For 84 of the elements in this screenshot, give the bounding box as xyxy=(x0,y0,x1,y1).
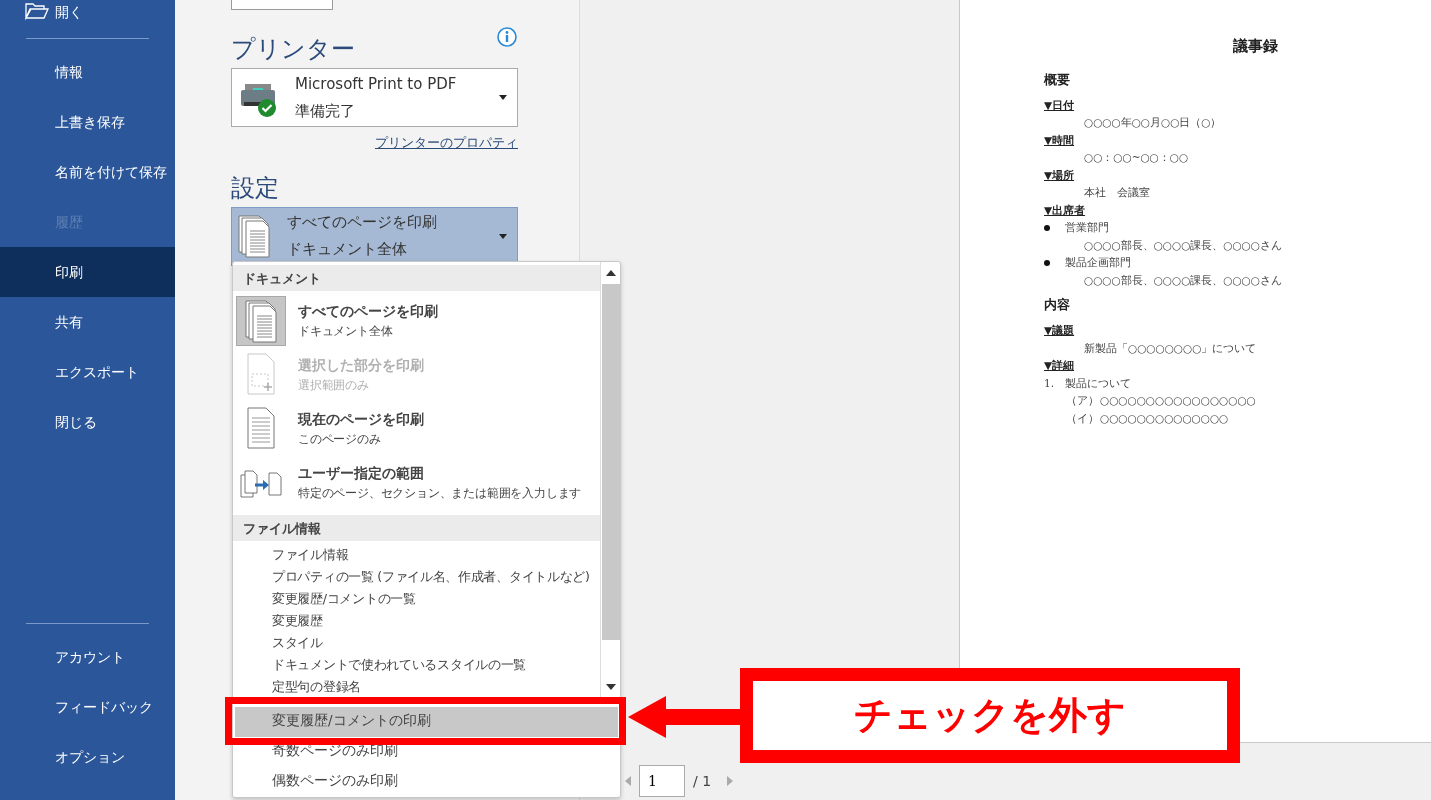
printer-status: 準備完了 xyxy=(295,100,356,122)
document-text: ○○○○○○○○○○○○○○○○○ xyxy=(1100,393,1256,408)
sidebar-item[interactable]: 情報 xyxy=(0,47,175,97)
document-title: 議事録 xyxy=(1232,36,1279,57)
folder-icon xyxy=(24,1,50,21)
list-number: （ア） xyxy=(1066,393,1100,408)
menu-item[interactable]: ドキュメントで使われているスタイルの一覧 xyxy=(233,654,600,676)
pages-icon xyxy=(244,298,278,344)
menu-item[interactable]: ユーザー指定の範囲 特定のページ、セクション、または範囲を入力します xyxy=(233,456,600,510)
document-text: 新製品「○○○○○○○○」について xyxy=(1083,340,1258,356)
page-icon xyxy=(244,406,278,452)
caret-icon xyxy=(499,233,507,239)
menu-item[interactable]: 変更履歴/コメントの印刷 xyxy=(235,707,618,737)
document-text: ○○：○○~○○：○○ xyxy=(1083,150,1190,165)
document-text: 製品について xyxy=(1065,375,1131,391)
menu-item[interactable]: 現在のページを印刷 このページのみ xyxy=(233,402,600,456)
menu-section-header: ドキュメント xyxy=(233,265,600,291)
menu-item[interactable]: 定型句の登録名 xyxy=(233,676,600,698)
scroll-up-icon xyxy=(605,270,616,276)
scroll-down-icon xyxy=(605,684,616,690)
callout-text: チェックを外す xyxy=(854,692,1126,739)
document-label: ▼場所 xyxy=(1044,167,1075,183)
menu-item[interactable]: 偶数ページのみ印刷 xyxy=(233,767,620,797)
printer-name: Microsoft Print to PDF xyxy=(295,73,458,95)
menu-item[interactable]: ファイル情報 xyxy=(233,544,600,566)
menu-item-title: すべてのページを印刷 xyxy=(298,302,438,321)
page-selection-icon xyxy=(244,352,278,398)
sidebar-item[interactable]: エクスポート xyxy=(0,347,175,397)
document-label: ▼詳細 xyxy=(1044,358,1075,373)
document-label: ▼出席者 xyxy=(1044,202,1086,218)
previous-page-icon[interactable] xyxy=(625,776,631,786)
list-number: （イ） xyxy=(1066,410,1100,426)
page-number-field[interactable]: 1 xyxy=(639,765,685,797)
selected-option-title: すべてのページを印刷 xyxy=(287,212,438,233)
info-icon[interactable] xyxy=(496,26,518,48)
document-text: 営業部門 xyxy=(1065,220,1109,235)
pages-icon xyxy=(237,213,271,259)
menu-item[interactable]: 変更履歴 xyxy=(233,610,600,632)
menu-item-description: ドキュメント全体 xyxy=(298,323,394,340)
page-total: / 1 xyxy=(693,771,712,791)
document-text: ○○○○年○○月○○日（○） xyxy=(1083,115,1223,130)
document-label: ▼議題 xyxy=(1044,323,1075,338)
document-label: ▼時間 xyxy=(1044,132,1075,148)
menu-item-title: ユーザー指定の範囲 xyxy=(298,464,425,483)
sidebar-item[interactable]: 名前を付けて保存 xyxy=(0,147,175,197)
printer-properties-link[interactable]: プリンターのプロパティ xyxy=(375,133,518,153)
caret-icon xyxy=(499,95,507,100)
sidebar-item[interactable]: 印刷 xyxy=(0,247,175,297)
document-heading: 概要 xyxy=(1044,70,1071,89)
sidebar-item[interactable]: 上書き保存 xyxy=(0,97,175,147)
menu-item-description: 選択範囲のみ xyxy=(298,377,370,394)
document-heading: 内容 xyxy=(1044,296,1071,314)
sidebar-item[interactable]: 共有 xyxy=(0,297,175,347)
selected-option-subtitle: ドキュメント全体 xyxy=(287,239,408,260)
bullet-icon xyxy=(1044,260,1050,266)
document-label: ▼日付 xyxy=(1044,97,1075,113)
section-heading: プリンター xyxy=(231,34,355,64)
menu-item-title: 選択した部分を印刷 xyxy=(298,356,424,375)
list-number: 1. xyxy=(1044,375,1056,391)
menu-item-description: 特定のページ、セクション、または範囲を入力します xyxy=(298,485,582,502)
menu-item[interactable]: すべてのページを印刷 ドキュメント全体 xyxy=(233,294,600,348)
menu-item[interactable]: 変更履歴/コメントの一覧 xyxy=(233,588,600,610)
menu-item[interactable]: スタイル xyxy=(233,632,600,654)
next-page-icon[interactable] xyxy=(727,776,734,786)
sidebar-item[interactable]: アカウント xyxy=(0,632,175,682)
document-text: 製品企画部門 xyxy=(1065,255,1131,270)
menu-section-header: ファイル情報 xyxy=(233,515,600,541)
menu-item[interactable]: プロパティの一覧 (ファイル名、作成者、タイトルなど) xyxy=(233,566,600,588)
sidebar-item[interactable]: フィードバック xyxy=(0,682,175,732)
document-text: 本社 会議室 xyxy=(1083,185,1151,200)
document-text: ○○○○部長、○○○○課長、○○○○さん xyxy=(1083,272,1283,288)
menu-item-title: 現在のページを印刷 xyxy=(298,410,424,429)
document-text: ○○○○○○○○○○○○○○ xyxy=(1100,410,1229,426)
sidebar-item[interactable]: 開く xyxy=(0,0,175,24)
menu-item-description: このページのみ xyxy=(298,431,382,448)
sidebar-item[interactable]: オプション xyxy=(0,732,175,782)
printer-dropdown[interactable]: Microsoft Print to PDF 準備完了 xyxy=(231,68,518,127)
sidebar-item[interactable]: 閉じる xyxy=(0,397,175,447)
bullet-icon xyxy=(1044,225,1050,231)
print-range-dropdown[interactable]: すべてのページを印刷 ドキュメント全体 xyxy=(231,206,518,266)
document-text: ○○○○部長、○○○○課長、○○○○さん xyxy=(1083,237,1283,253)
copies-field[interactable] xyxy=(231,0,333,10)
scroll-thumb[interactable] xyxy=(601,284,620,640)
section-heading: 設定 xyxy=(231,172,280,203)
